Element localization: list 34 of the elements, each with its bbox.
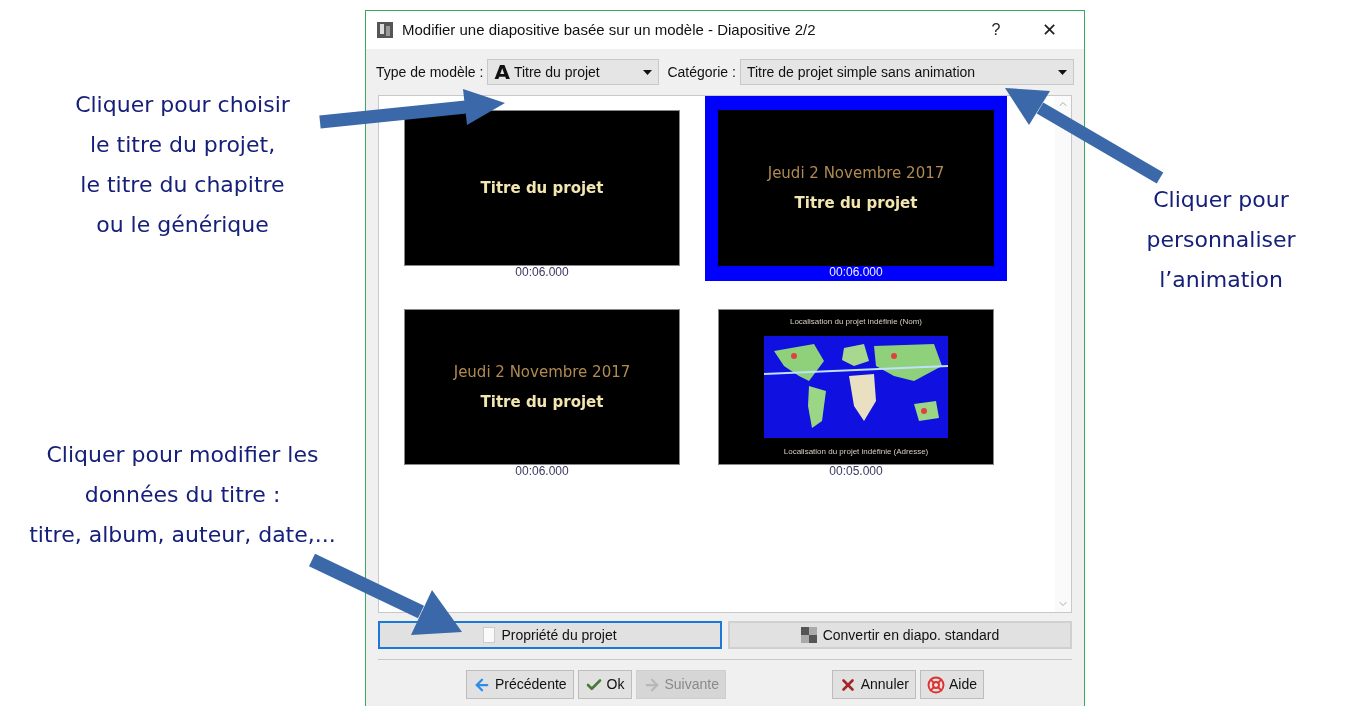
caret-icon [1058,69,1067,75]
slide-duration: 00:06.000 [829,266,883,279]
window-title: Modifier une diapositive basée sur un modèle - Diapositive 2/2 [402,19,817,40]
annotation-text: Cliquer pour modifier les données du titre : titre, album, auteur, date,... [29,441,336,549]
slide-duration: 00:06.000 [515,465,569,478]
type-label: Type de modèle : [376,62,484,82]
slide-thumbnail[interactable]: Jeudi 2 Novembre 2017 Titre du projet 00:06.000 [705,96,1007,281]
slide-text: Localisation du projet indéfinie (Nom) [789,316,923,328]
caret-icon [643,69,653,75]
slide-text: Titre du projet [794,193,918,214]
lifebuoy-icon [926,675,945,694]
slide-text: Jeudi 2 Novembre 2017 [453,361,631,383]
app-icon [376,21,394,39]
slide-text: Jeudi 2 Novembre 2017 [767,162,945,184]
slide-duration: 00:06.000 [515,266,569,279]
dialog-button[interactable]: Aide [919,670,984,699]
scrollbar[interactable] [1055,96,1071,612]
checker-icon [800,627,817,643]
slide-text: Titre du projet [480,392,604,413]
action-button[interactable]: Propriété du projet [378,621,722,649]
dialog-button[interactable]: Ok [577,670,632,699]
dialog-button[interactable]: Précédente [466,670,574,699]
action-button[interactable]: Convertir en diapo. standard [728,621,1072,649]
slide-duration: 00:05.000 [829,465,883,478]
annotation-text: Cliquer pour choisir le titre du projet, le titre du chapitre ou le générique [75,91,290,239]
close-button[interactable]: ✕ [1024,16,1074,44]
category-label: Catégorie : [667,62,736,82]
slide-text: Localisation du projet indéfinie (Adresse) [783,446,929,458]
help-button[interactable]: ? [976,18,1016,42]
dialog-button[interactable]: Annuler [831,670,916,699]
category-dropdown[interactable]: Titre de projet simple sans animation [739,59,1074,85]
page-icon [483,627,496,643]
slide-text: Titre du projet [480,177,604,199]
annotation-text: Cliquer pour personnaliser l’animation [1146,186,1296,294]
